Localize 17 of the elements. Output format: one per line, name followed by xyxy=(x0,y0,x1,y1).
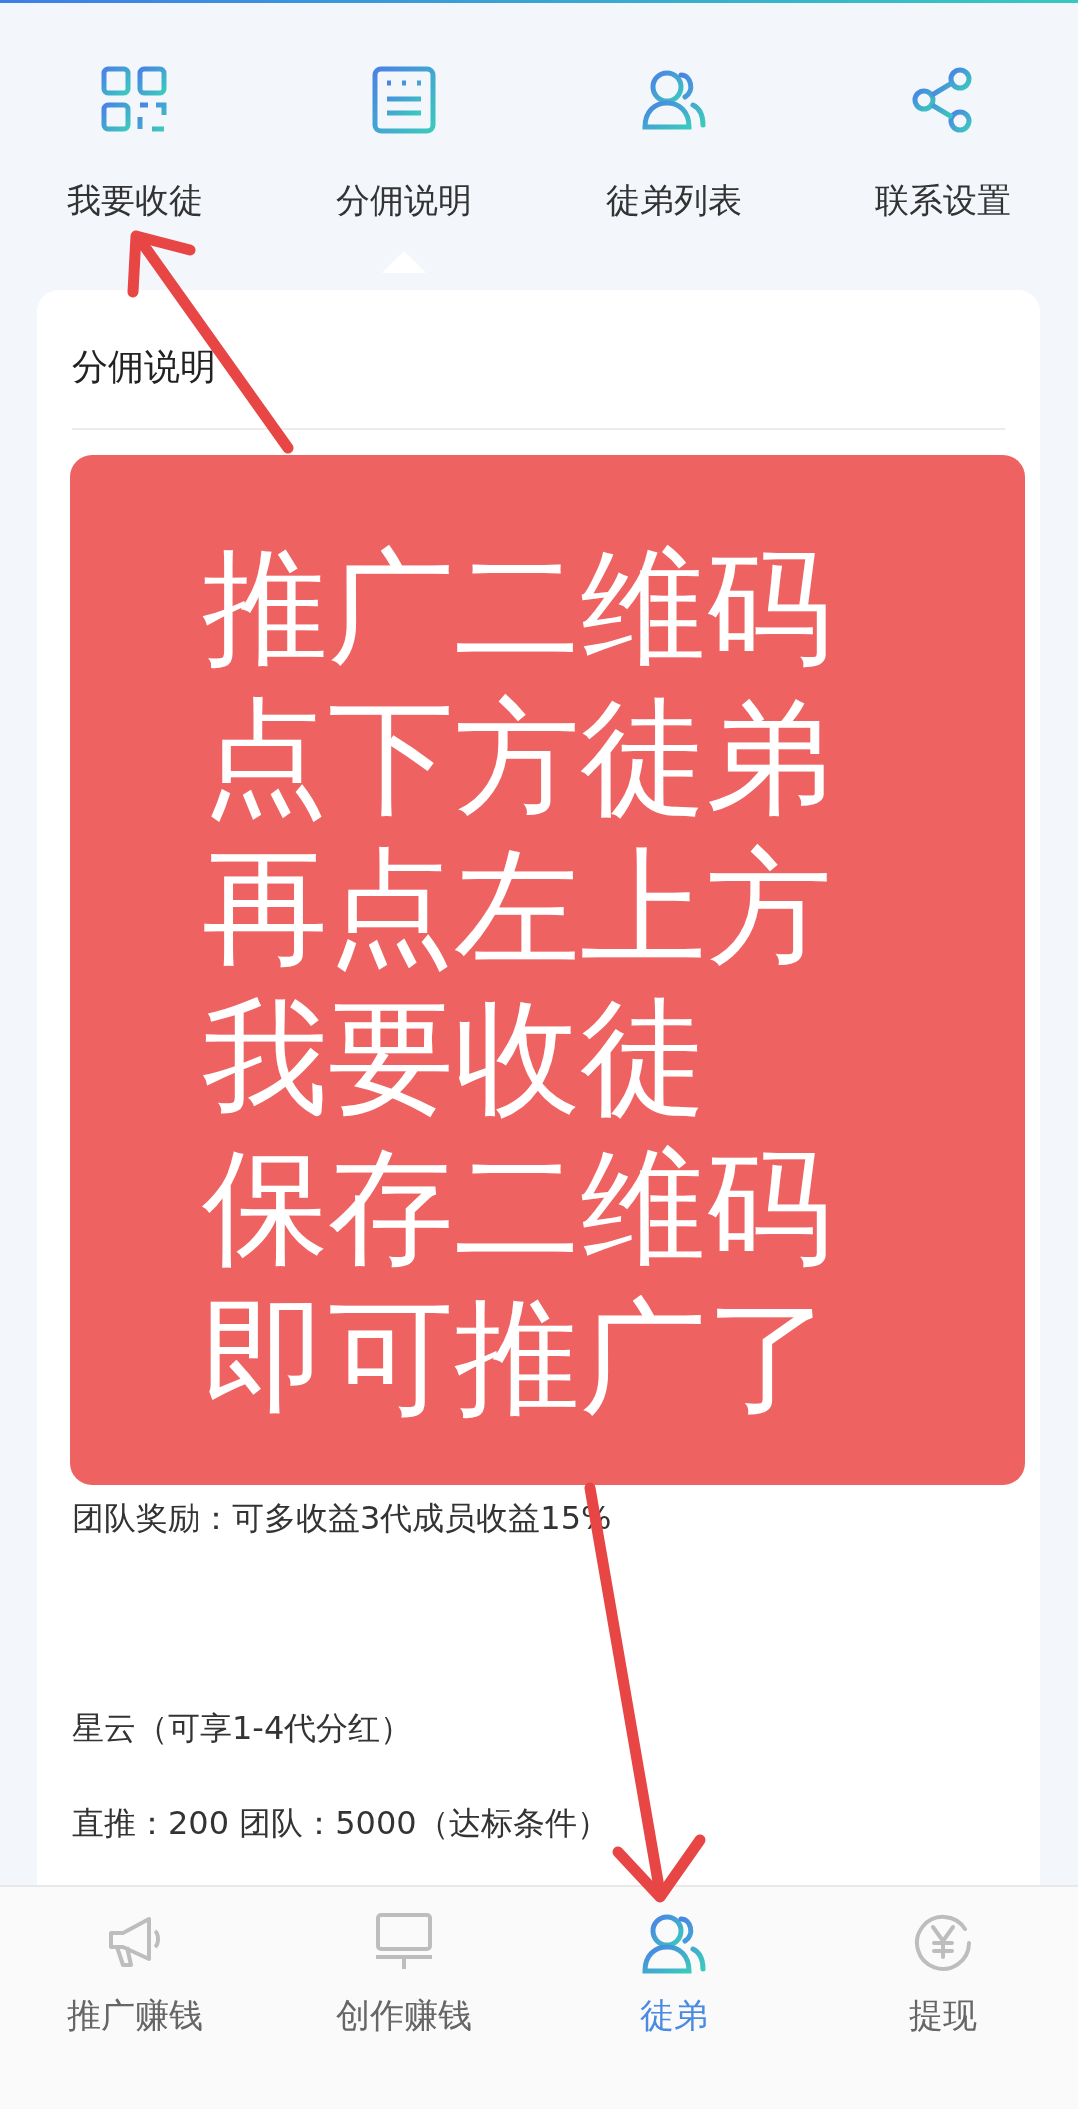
qr-code-icon xyxy=(99,65,170,135)
card-title: 分佣说明 xyxy=(72,345,217,389)
annotation-text: 推广二维码 xyxy=(202,533,833,683)
info-line: 星云（可享1-4代分红） xyxy=(72,1708,414,1748)
annotation-text: 保存二维码 xyxy=(202,1133,833,1283)
menu-tab[interactable]: 徒弟列表 xyxy=(605,183,742,217)
info-line: 直推：200 团队：5000（达标条件） xyxy=(72,1803,610,1843)
annotation-text: 我要收徒 xyxy=(202,983,707,1133)
annotation-text: 点下方徒弟 xyxy=(202,683,833,833)
annotation-text: 即可推广了 xyxy=(202,1283,833,1433)
menu-tab[interactable]: 我要收徒 xyxy=(66,183,203,217)
menu-tab[interactable]: 联系设置 xyxy=(875,183,1012,217)
nav-tab[interactable]: 推广赚钱 xyxy=(66,1995,203,2035)
nav-tab[interactable]: 创作赚钱 xyxy=(336,1995,473,2035)
annotation-text: 再点左上方 xyxy=(202,833,833,983)
nav-tab[interactable]: 提现 xyxy=(909,1995,978,2035)
menu-tab[interactable]: 分佣说明 xyxy=(336,183,473,217)
